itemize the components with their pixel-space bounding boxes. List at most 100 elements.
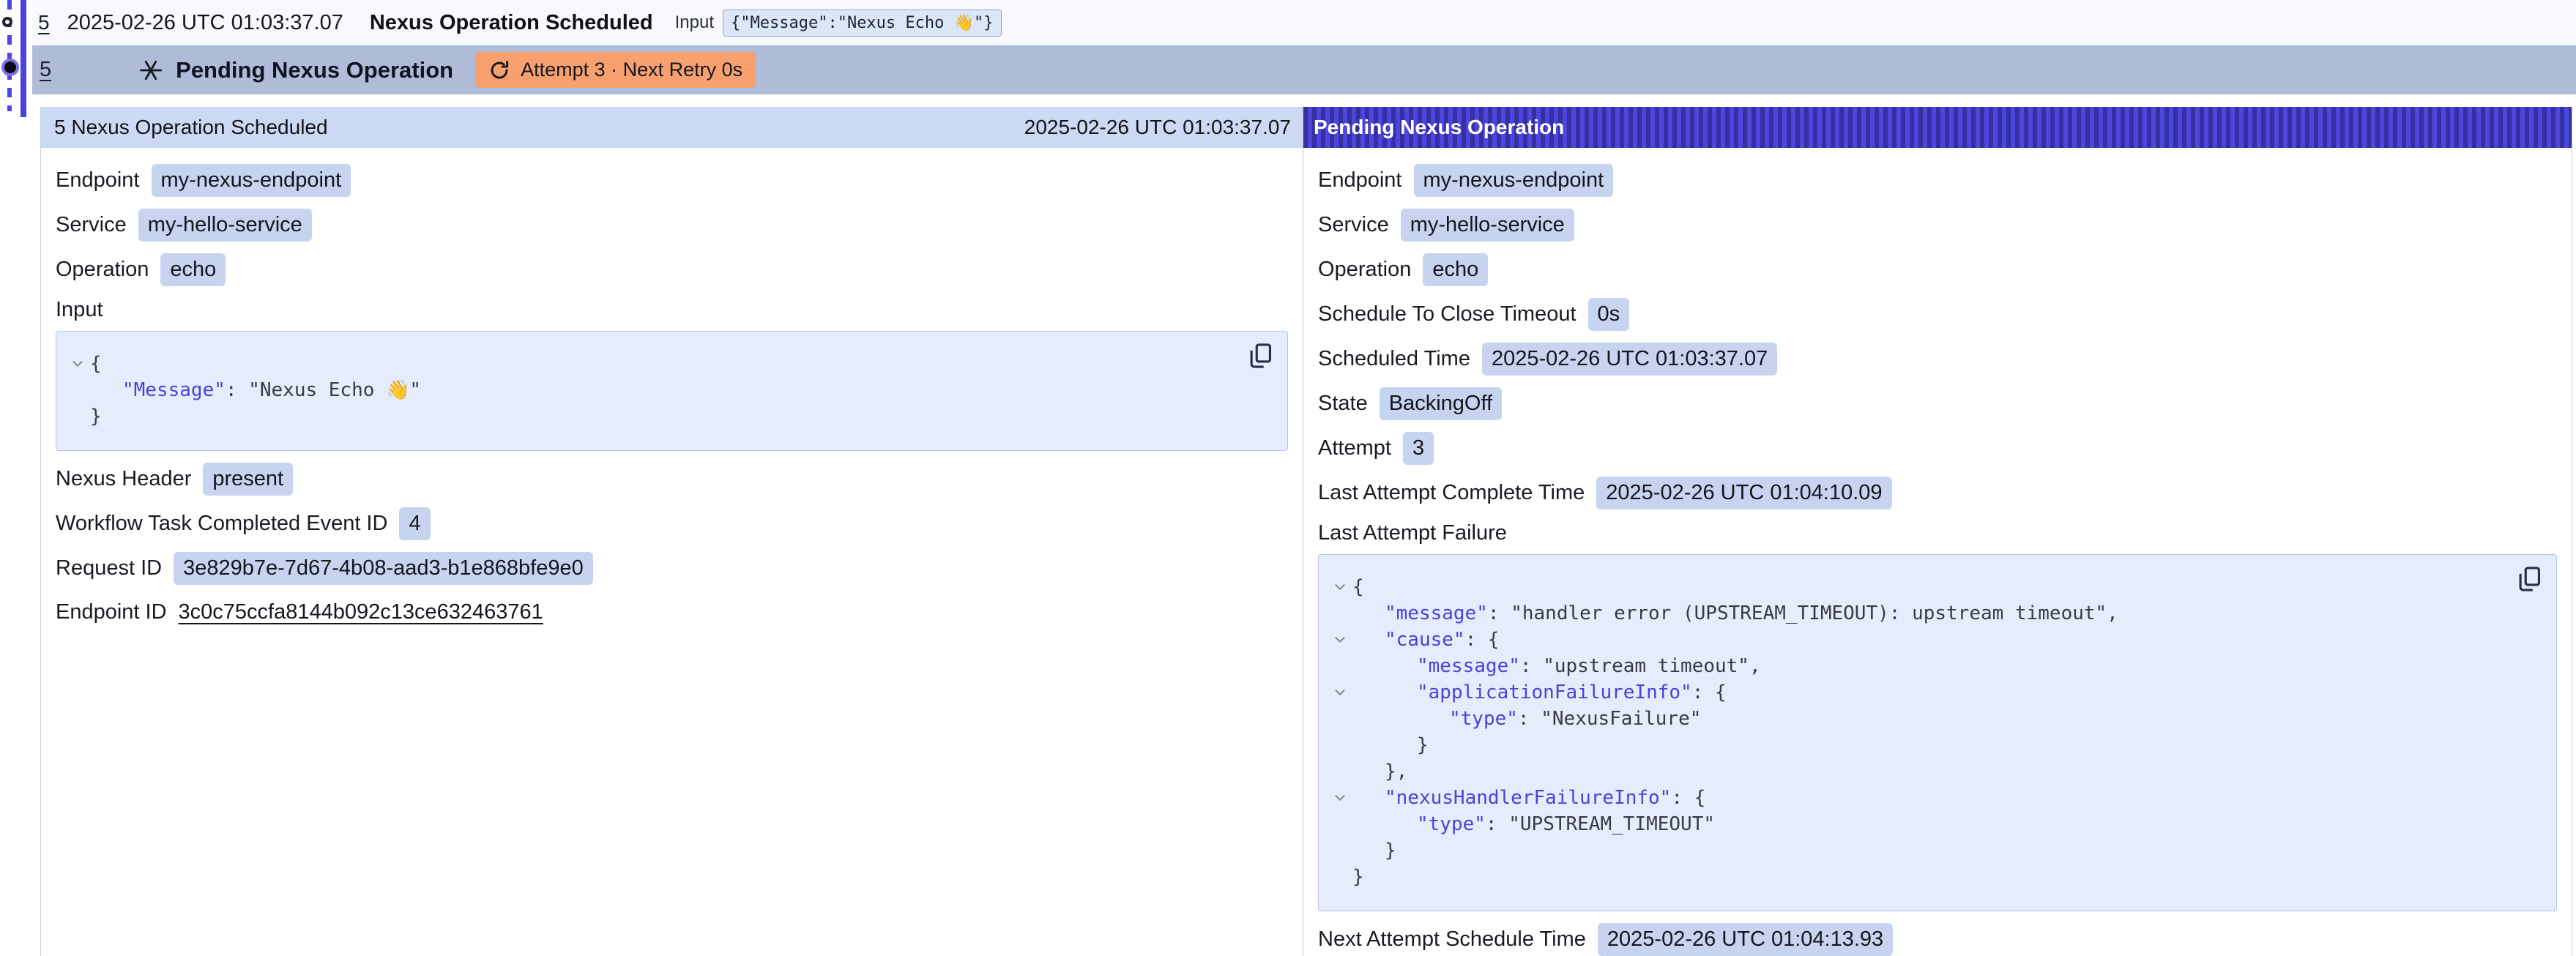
event-detail-split: 5 Nexus Operation Scheduled 2025-02-26 U… bbox=[40, 107, 2572, 956]
json-text: "upstream timeout", bbox=[1543, 655, 1760, 677]
field-label: Endpoint bbox=[1318, 168, 1402, 193]
event-title: Nexus Operation Scheduled bbox=[370, 11, 653, 35]
copy-icon-button[interactable] bbox=[1246, 342, 1274, 370]
input-preview-chip: {"Message":"Nexus Echo 👋"} bbox=[723, 10, 1002, 37]
event-row-pending[interactable]: 5 Pending Nexus Operation Attempt 3 · Ne… bbox=[32, 45, 2576, 94]
code-gutter bbox=[1328, 600, 1352, 627]
collapse-chevron-icon[interactable] bbox=[65, 351, 90, 377]
json-text: : bbox=[1486, 813, 1508, 835]
collapse-chevron-icon[interactable] bbox=[1328, 574, 1352, 600]
field-row: Servicemy-hello-service bbox=[1318, 209, 2557, 242]
code-gutter bbox=[1328, 732, 1352, 758]
code-line: "applicationFailureInfo": { bbox=[1328, 679, 2505, 706]
event-row-scheduled[interactable]: 5 2025-02-26 UTC 01:03:37.07 Nexus Opera… bbox=[32, 0, 2576, 45]
field-label: Operation bbox=[1318, 258, 1411, 282]
code-gutter bbox=[1328, 653, 1352, 679]
field-label: Nexus Header bbox=[56, 467, 191, 491]
field-label: Attempt bbox=[1318, 436, 1391, 460]
field-row: Scheduled Time2025-02-26 UTC 01:03:37.07 bbox=[1318, 343, 2557, 376]
json-text: } bbox=[1352, 866, 1364, 888]
input-label: Input bbox=[675, 12, 714, 33]
field-row: Servicemy-hello-service bbox=[56, 209, 1288, 242]
json-text: : { bbox=[1692, 681, 1727, 703]
field-label: State bbox=[1318, 392, 1368, 416]
code-gutter bbox=[1328, 758, 1352, 785]
panel-title: Pending Nexus Operation bbox=[1314, 116, 1564, 139]
event-group-indicator-bar bbox=[21, 0, 26, 117]
field-row: Workflow Task Completed Event ID4 bbox=[56, 507, 1288, 540]
code-line: "message": "handler error (UPSTREAM_TIME… bbox=[1328, 600, 2505, 627]
json-text: "Nexus Echo 👋" bbox=[248, 379, 421, 401]
field-value-badge: 0s bbox=[1588, 298, 1630, 331]
json-text: "UPSTREAM_TIMEOUT" bbox=[1508, 813, 1715, 835]
code-gutter bbox=[65, 377, 90, 403]
workflow-event-history-view: 5 2025-02-26 UTC 01:03:37.07 Nexus Opera… bbox=[0, 0, 2576, 956]
collapse-chevron-icon[interactable] bbox=[1328, 785, 1352, 811]
field-label: Schedule To Close Timeout bbox=[1318, 302, 1577, 326]
field-value-badge: 2025-02-26 UTC 01:03:37.07 bbox=[1482, 343, 1777, 376]
code-line: } bbox=[1328, 732, 2505, 758]
field-row: Nexus Header present bbox=[56, 463, 1288, 496]
json-key: "type" bbox=[1449, 708, 1518, 730]
scheduled-panel-header: 5 Nexus Operation Scheduled 2025-02-26 U… bbox=[41, 107, 1303, 148]
code-line: "type": "UPSTREAM_TIMEOUT" bbox=[1328, 811, 2505, 837]
json-key: "applicationFailureInfo" bbox=[1417, 681, 1692, 703]
json-key: "type" bbox=[1417, 813, 1486, 835]
field-label: Workflow Task Completed Event ID bbox=[56, 512, 387, 536]
code-line: } bbox=[1328, 837, 2505, 864]
code-line: } bbox=[65, 403, 1236, 430]
field-value-badge: 3 bbox=[1403, 432, 1434, 465]
json-text: { bbox=[90, 353, 102, 375]
field-label: Request ID bbox=[56, 556, 162, 580]
timeline-open-circle-icon bbox=[2, 17, 12, 27]
event-id-link[interactable]: 5 bbox=[38, 11, 50, 34]
field-row: Operation echo bbox=[1318, 253, 2557, 286]
json-text: }, bbox=[1385, 761, 1407, 783]
code-line: { bbox=[1328, 574, 2505, 600]
field-row: Operation echo bbox=[56, 253, 1288, 286]
json-text: : { bbox=[1671, 787, 1705, 809]
json-text: "NexusFailure" bbox=[1541, 708, 1701, 730]
timeline-filled-dot-icon bbox=[4, 61, 16, 73]
code-gutter bbox=[65, 403, 90, 430]
field-value-badge: 2025-02-26 UTC 01:04:10.09 bbox=[1596, 477, 1891, 509]
collapse-chevron-icon[interactable] bbox=[1328, 679, 1352, 706]
field-label: Last Attempt Complete Time bbox=[1318, 481, 1585, 505]
json-text: { bbox=[1352, 576, 1364, 598]
json-text: : bbox=[1488, 602, 1511, 624]
field-row: Endpoint ID3c0c75ccfa8144b092c13ce632463… bbox=[56, 597, 1288, 628]
event-id-link[interactable]: 5 bbox=[40, 58, 51, 82]
code-line: "Message": "Nexus Echo 👋" bbox=[65, 377, 1236, 403]
json-text: } bbox=[90, 406, 102, 427]
json-text: "handler error (UPSTREAM_TIMEOUT): upstr… bbox=[1511, 602, 2118, 624]
code-line: { bbox=[65, 351, 1236, 377]
json-text: } bbox=[1385, 840, 1396, 862]
field-row: Attempt 3 bbox=[1318, 432, 2557, 465]
field-label: Next Attempt Schedule Time bbox=[1318, 927, 1586, 952]
field-value-badge: present bbox=[203, 463, 293, 496]
field-label: Operation bbox=[56, 258, 149, 282]
field-row: Next Attempt Schedule Time2025-02-26 UTC… bbox=[1318, 923, 2557, 956]
code-line: } bbox=[1328, 864, 2505, 890]
code-line: "nexusHandlerFailureInfo": { bbox=[1328, 785, 2505, 811]
field-value-badge: echo bbox=[1423, 253, 1488, 286]
code-gutter bbox=[1328, 837, 1352, 864]
code-section-label: Input bbox=[56, 298, 1288, 322]
json-key: "Message" bbox=[122, 379, 226, 401]
field-value-badge: my-nexus-endpoint bbox=[1414, 164, 1614, 197]
field-label: Service bbox=[56, 213, 127, 237]
field-row: Endpointmy-nexus-endpoint bbox=[56, 164, 1288, 197]
copy-icon-button[interactable] bbox=[2515, 565, 2543, 593]
event-time: 2025-02-26 UTC 01:03:37.07 bbox=[67, 11, 343, 35]
json-text: : bbox=[1518, 708, 1541, 730]
code-line: "cause": { bbox=[1328, 627, 2505, 653]
json-text: } bbox=[1417, 734, 1429, 756]
field-value-badge: echo bbox=[160, 253, 226, 286]
field-value-link[interactable]: 3c0c75ccfa8144b092c13ce632463761 bbox=[179, 600, 543, 624]
json-code-block: {"message": "handler error (UPSTREAM_TIM… bbox=[1318, 554, 2557, 911]
scheduled-event-panel: 5 Nexus Operation Scheduled 2025-02-26 U… bbox=[41, 107, 1303, 956]
field-label: Endpoint bbox=[56, 168, 140, 193]
field-label: Service bbox=[1318, 213, 1389, 237]
field-value-badge: 3e829b7e-7d67-4b08-aad3-b1e868bfe9e0 bbox=[174, 552, 593, 585]
collapse-chevron-icon[interactable] bbox=[1328, 627, 1352, 653]
